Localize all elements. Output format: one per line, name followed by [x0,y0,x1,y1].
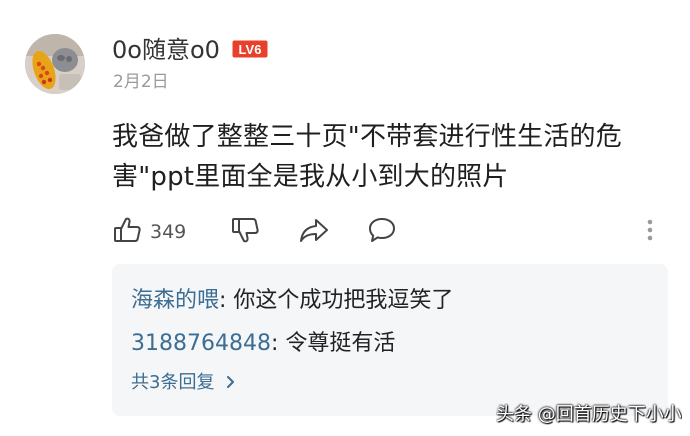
share-button[interactable] [298,214,330,250]
more-vertical-icon [642,215,658,249]
reply-separator: : [270,331,286,356]
more-options-button[interactable] [642,214,658,250]
reply-item[interactable]: 海森的喂: 你这个成功把我逗笑了 [131,287,453,315]
thumbs-down-icon [230,215,260,249]
reply-separator: : [219,288,234,313]
avatar-image [25,34,85,94]
username[interactable]: 0o随意o0 [112,36,220,64]
avatar[interactable] [25,34,85,94]
comment-button[interactable] [366,214,398,250]
like-count: 349 [150,221,187,243]
chevron-right-icon [227,376,235,388]
more-replies-label: 共3条回复 [131,372,215,393]
share-icon [298,215,330,249]
view-all-replies-link[interactable]: 共3条回复 [131,371,237,395]
thumbs-up-icon [112,215,142,249]
comment-screen: 0o随意o0 LV6 2月2日 我爸做了整整三十页"不带套进行性生活的危害"pp… [0,0,690,436]
replies-panel: 海森的喂: 你这个成功把我逗笑了 3188764848: 令尊挺有活 共3条回复 [112,264,668,416]
reply-text: 你这个成功把我逗笑了 [233,288,454,313]
comment-actions: 349 [112,214,672,250]
level-badge-text: LV6 [239,42,262,57]
comment-icon [366,215,398,249]
level-badge: LV6 [232,40,268,58]
reply-author[interactable]: 海森的喂 [131,288,219,313]
level-badge-icon: LV6 [232,40,268,58]
dislike-button[interactable] [230,214,260,250]
reply-author[interactable]: 3188764848 [131,331,271,356]
comment-date: 2月2日 [113,72,169,92]
comment-text: 我爸做了整整三十页"不带套进行性生活的危害"ppt里面全是我从小到大的照片 [112,122,622,192]
reply-item[interactable]: 3188764848: 令尊挺有活 [131,330,395,358]
reply-text: 令尊挺有活 [285,331,396,356]
watermark: 头条 @回首历史下小小 [496,404,682,425]
like-button[interactable]: 349 [112,214,186,250]
